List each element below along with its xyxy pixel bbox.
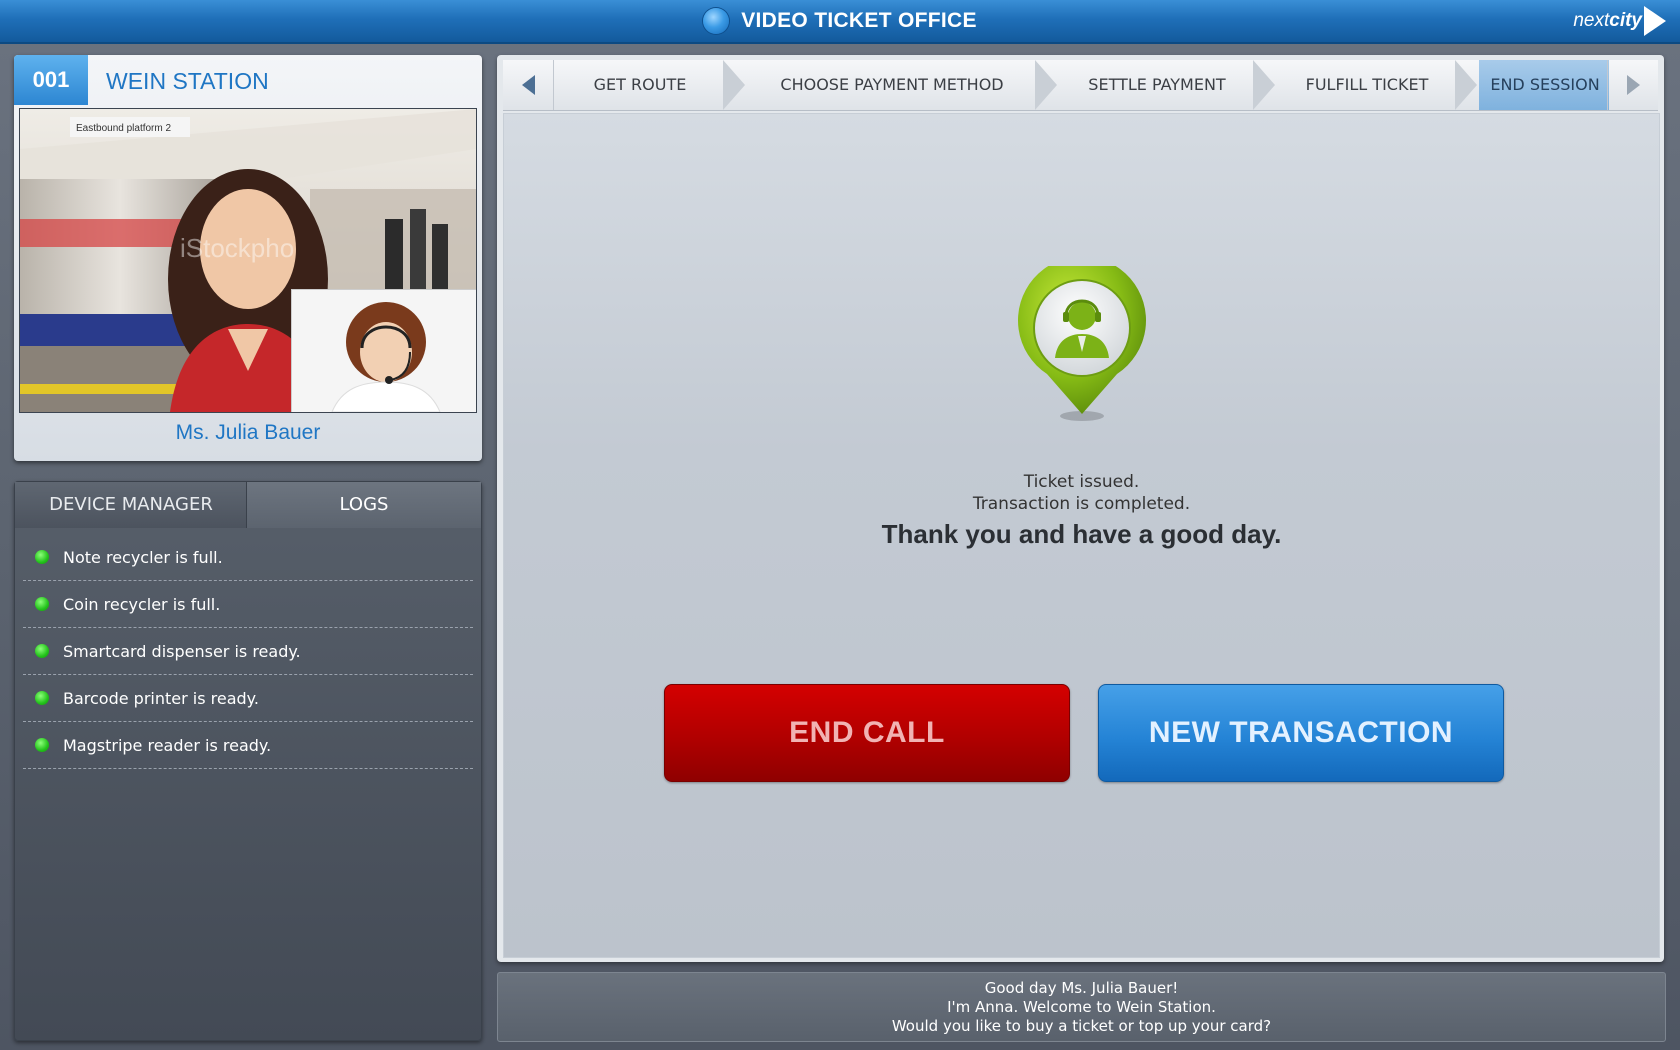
step-settle-payment[interactable]: SETTLE PAYMENT bbox=[1059, 60, 1255, 110]
tab-device-manager[interactable]: DEVICE MANAGER bbox=[15, 482, 247, 528]
status-ok-icon bbox=[35, 644, 49, 658]
status-ok-icon bbox=[35, 550, 49, 564]
log-item: Coin recycler is full. bbox=[23, 581, 473, 628]
arrow-right-icon bbox=[1626, 75, 1640, 95]
logo-arrow-icon bbox=[1644, 6, 1666, 36]
log-item: Magstripe reader is ready. bbox=[23, 722, 473, 769]
tab-bar: DEVICE MANAGER LOGS bbox=[15, 482, 481, 528]
arrow-left-icon bbox=[521, 75, 535, 95]
step-separator bbox=[1455, 60, 1477, 110]
main-panel: GET ROUTE CHOOSE PAYMENT METHOD SETTLE P… bbox=[497, 55, 1664, 962]
station-panel: 001 WEIN STATION Eastbound platform 2 iS… bbox=[14, 55, 482, 461]
title-bar: VIDEO TICKET OFFICE nextcity bbox=[0, 0, 1680, 44]
tab-logs[interactable]: LOGS bbox=[247, 482, 481, 528]
greeting-line: I'm Anna. Welcome to Wein Station. bbox=[947, 998, 1216, 1016]
step-separator bbox=[1035, 60, 1057, 110]
agent-greeting-message: Good day Ms. Julia Bauer! I'm Anna. Welc… bbox=[497, 972, 1666, 1042]
status-line-thank-you: Thank you and have a good day. bbox=[881, 519, 1282, 549]
agent-video-pip bbox=[291, 289, 476, 412]
station-header: 001 WEIN STATION bbox=[14, 55, 482, 105]
log-text: Magstripe reader is ready. bbox=[63, 735, 272, 755]
step-progress-bar: GET ROUTE CHOOSE PAYMENT METHOD SETTLE P… bbox=[503, 60, 1658, 111]
platform-sign-text: Eastbound platform 2 bbox=[76, 123, 171, 134]
step-get-route[interactable]: GET ROUTE bbox=[555, 60, 725, 110]
customer-video-feed: Eastbound platform 2 iStockpho bbox=[19, 108, 477, 413]
status-line-ticket-issued: Ticket issued. bbox=[1023, 472, 1140, 492]
station-number: 001 bbox=[14, 55, 88, 105]
status-ok-icon bbox=[35, 597, 49, 611]
new-transaction-button[interactable]: NEW TRANSACTION bbox=[1098, 684, 1504, 782]
greeting-line: Good day Ms. Julia Bauer! bbox=[984, 979, 1179, 997]
app-title: VIDEO TICKET OFFICE bbox=[741, 9, 977, 32]
step-fulfill-ticket[interactable]: FULFILL TICKET bbox=[1277, 60, 1457, 110]
log-text: Note recycler is full. bbox=[63, 547, 223, 567]
step-separator bbox=[723, 60, 745, 110]
nextcity-logo: nextcity bbox=[1573, 4, 1666, 38]
customer-name: Ms. Julia Bauer bbox=[175, 421, 321, 444]
log-text: Coin recycler is full. bbox=[63, 594, 221, 614]
device-logs-panel: DEVICE MANAGER LOGS Note recycler is ful… bbox=[14, 481, 482, 1041]
title-wrap: VIDEO TICKET OFFICE bbox=[0, 0, 1680, 42]
logo-text: nextcity bbox=[1573, 10, 1642, 31]
agent-pip-scene bbox=[292, 290, 476, 412]
status-ok-icon bbox=[35, 738, 49, 752]
status-line-transaction-completed: Transaction is completed. bbox=[972, 494, 1191, 514]
step-separator bbox=[1253, 60, 1275, 110]
watermark: iStockpho bbox=[180, 233, 294, 263]
step-choose-payment-method[interactable]: CHOOSE PAYMENT METHOD bbox=[747, 60, 1037, 110]
status-ok-icon bbox=[35, 691, 49, 705]
station-name: WEIN STATION bbox=[106, 68, 269, 94]
log-item: Note recycler is full. bbox=[23, 534, 473, 581]
log-item: Smartcard dispenser is ready. bbox=[23, 628, 473, 675]
step-end-session[interactable]: END SESSION bbox=[1479, 60, 1609, 110]
log-text: Barcode printer is ready. bbox=[63, 688, 259, 708]
next-step-button[interactable] bbox=[1607, 60, 1658, 110]
prev-step-button[interactable] bbox=[503, 60, 554, 110]
log-list: Note recycler is full. Coin recycler is … bbox=[23, 534, 473, 769]
end-call-button[interactable]: END CALL bbox=[664, 684, 1070, 782]
log-item: Barcode printer is ready. bbox=[23, 675, 473, 722]
greeting-line: Would you like to buy a ticket or top up… bbox=[891, 1017, 1272, 1035]
globe-icon bbox=[703, 8, 730, 34]
session-content: Ticket issued. Transaction is completed.… bbox=[503, 113, 1660, 958]
agent-headset-pin-icon bbox=[1018, 266, 1146, 421]
log-text: Smartcard dispenser is ready. bbox=[63, 641, 301, 661]
